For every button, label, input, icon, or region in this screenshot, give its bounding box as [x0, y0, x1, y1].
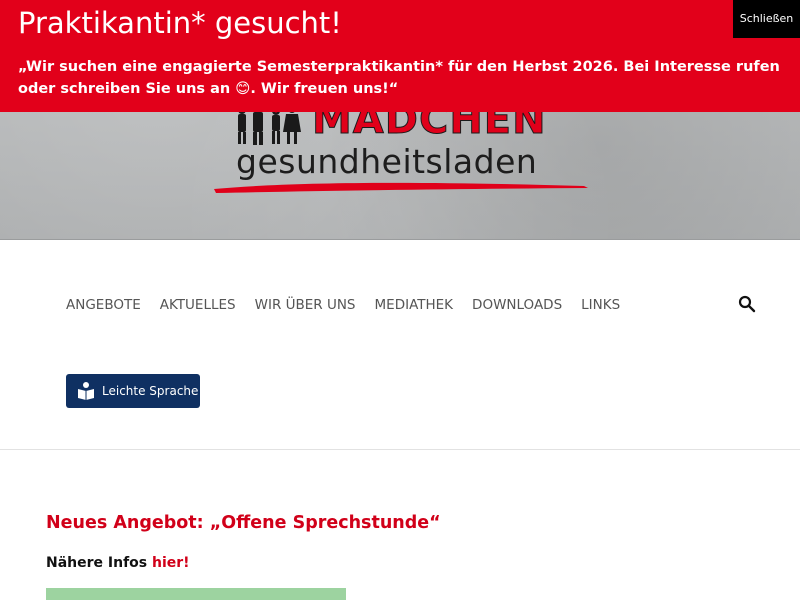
- leichte-sprache-button[interactable]: Leichte Sprache: [66, 374, 200, 408]
- more-info-link[interactable]: hier!: [152, 555, 190, 571]
- nav-item-downloads[interactable]: DOWNLOADS: [472, 295, 562, 315]
- site-logo[interactable]: MÄDCHEN gesundheitsladen: [212, 100, 592, 200]
- green-banner-image: [46, 588, 346, 600]
- notice-banner: Praktikantin* gesucht! „Wir suchen eine …: [0, 0, 800, 112]
- close-notice-button[interactable]: Schließen: [733, 0, 800, 38]
- search-icon[interactable]: [738, 295, 756, 313]
- main-content: Neues Angebot: „Offene Sprechstunde“ Näh…: [46, 510, 766, 600]
- reading-person-icon: [78, 382, 94, 400]
- more-info-text: Nähere Infos hier!: [46, 552, 190, 574]
- article-headline: Neues Angebot: „Offene Sprechstunde“: [46, 513, 441, 533]
- main-navigation: ANGEBOTE AKTUELLES WIR ÜBER UNS MEDIATHE…: [0, 240, 800, 450]
- nav-item-links[interactable]: LINKS: [581, 295, 620, 315]
- notice-title: Praktikantin* gesucht!: [18, 6, 342, 40]
- nav-item-mediathek[interactable]: MEDIATHEK: [375, 295, 454, 315]
- more-info-prefix: Nähere Infos: [46, 555, 152, 571]
- leichte-sprache-label: Leichte Sprache: [102, 384, 199, 398]
- nav-item-aktuelles[interactable]: AKTUELLES: [160, 295, 236, 315]
- logo-subtitle: gesundheitsladen: [236, 142, 538, 181]
- notice-text: „Wir suchen eine engagierte Semesterprak…: [18, 59, 780, 97]
- nav-item-wir-ueber-uns[interactable]: WIR ÜBER UNS: [255, 295, 356, 315]
- logo-swoosh-decoration: [214, 182, 588, 193]
- close-notice-label: Schließen: [739, 12, 794, 25]
- nav-item-angebote[interactable]: ANGEBOTE: [66, 295, 141, 315]
- nav-menu: ANGEBOTE AKTUELLES WIR ÜBER UNS MEDIATHE…: [66, 295, 639, 315]
